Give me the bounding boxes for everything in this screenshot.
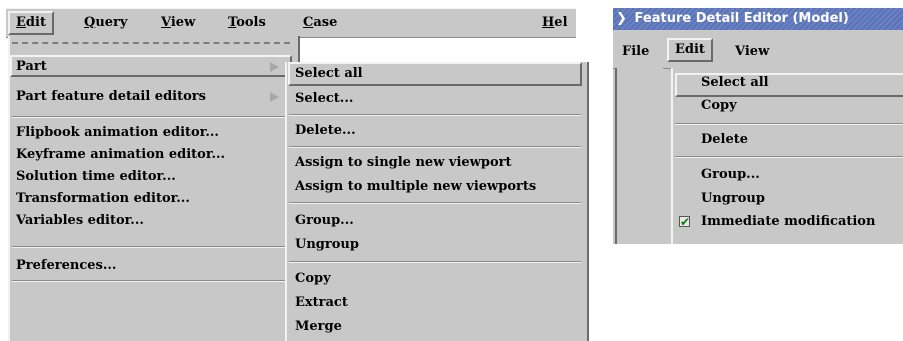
- main-menubar: Edit Query View Tools Case Hel: [6, 8, 576, 38]
- menu-label-rest: dit: [25, 15, 46, 30]
- part-label: Part: [16, 59, 47, 74]
- edit-menu-item-keyframe[interactable]: Keyframe animation editor...: [16, 144, 225, 166]
- menu-separator: [12, 280, 288, 282]
- menu-case[interactable]: Case: [297, 13, 343, 33]
- menu-query[interactable]: Query: [78, 13, 133, 33]
- main-window-menus: Edit Query View Tools Case Hel Part Part…: [0, 0, 589, 341]
- immediate-modification-label: Immediate modification: [701, 214, 876, 229]
- submenu-item-assign-single-viewport[interactable]: Assign to single new viewport: [295, 152, 511, 174]
- editor-item-select-all[interactable]: Select all: [701, 72, 769, 94]
- editor-edit-menu-items: Select all Copy Delete Group... Ungroup …: [671, 68, 903, 244]
- mnemonic-letter: C: [303, 15, 314, 30]
- checkbox-checked-icon[interactable]: ✔: [679, 216, 690, 228]
- menu-separator: [289, 202, 581, 204]
- submenu-item-merge[interactable]: Merge: [295, 316, 342, 338]
- editor-menubar: File Edit View: [613, 30, 903, 69]
- menu-separator: [289, 114, 581, 116]
- submenu-item-select-all[interactable]: Select all: [295, 63, 363, 85]
- submenu-item-delete[interactable]: Delete...: [295, 120, 356, 142]
- menu-edit[interactable]: Edit: [8, 11, 54, 35]
- edit-menu-item-solution-time[interactable]: Solution time editor...: [16, 166, 176, 188]
- feature-detail-editor-window: ❯ Feature Detail Editor (Model) File Edi…: [613, 8, 903, 244]
- edit-menu-items: Part Part feature detail editors Flipboo…: [8, 36, 296, 341]
- menu-separator: [12, 246, 288, 248]
- menu-separator: [675, 123, 903, 125]
- mnemonic-letter: H: [542, 15, 555, 30]
- menu-label-rest: ase: [313, 15, 338, 30]
- menu-separator: [675, 156, 903, 158]
- editor-item-copy[interactable]: Copy: [701, 95, 737, 117]
- mnemonic-letter: Q: [84, 15, 96, 30]
- submenu-item-select[interactable]: Select...: [295, 88, 353, 110]
- menu-separator: [12, 116, 288, 118]
- edit-menu-item-flipbook[interactable]: Flipbook animation editor...: [16, 122, 219, 144]
- menu-label-rest: ools: [236, 15, 266, 30]
- mnemonic-letter: T: [228, 15, 237, 30]
- editor-item-group[interactable]: Group...: [701, 164, 760, 186]
- window-titlebar[interactable]: ❯ Feature Detail Editor (Model): [613, 8, 903, 30]
- menu-label-rest: uery: [95, 15, 128, 30]
- editor-item-ungroup[interactable]: Ungroup: [701, 188, 765, 210]
- submenu-arrow-icon: [270, 62, 279, 72]
- part-submenu-items: Select all Select... Delete... Assign to…: [285, 62, 585, 341]
- menu-tools[interactable]: Tools: [222, 13, 272, 33]
- menu-view[interactable]: View: [155, 13, 201, 33]
- menu-label-rest: el: [554, 15, 568, 30]
- menu-help[interactable]: Hel: [536, 13, 574, 33]
- editor-item-immediate-modification[interactable]: ✔ Immediate modification: [671, 211, 903, 233]
- submenu-item-ungroup[interactable]: Ungroup: [295, 234, 359, 256]
- submenu-item-copy[interactable]: Copy: [295, 268, 331, 290]
- edit-menu-item-part-feature-detail-editors[interactable]: Part feature detail editors: [16, 86, 206, 108]
- submenu-item-group[interactable]: Group...: [295, 210, 354, 232]
- edit-menu-item-part[interactable]: Part: [16, 56, 47, 78]
- edit-menu-item-preferences[interactable]: Preferences...: [16, 255, 116, 277]
- mnemonic-letter: V: [161, 15, 171, 30]
- submenu-item-extract[interactable]: Extract: [295, 292, 348, 314]
- menu-separator: [289, 146, 581, 148]
- menu-separator: [289, 261, 581, 263]
- part-feature-detail-editors-label: Part feature detail editors: [16, 89, 206, 104]
- edit-menu-item-transformation[interactable]: Transformation editor...: [16, 188, 190, 210]
- editor-menu-view[interactable]: View: [729, 42, 775, 62]
- submenu-item-assign-multiple-viewports[interactable]: Assign to multiple new viewports: [295, 176, 536, 198]
- editor-list-pane: [615, 68, 663, 244]
- menu-label-rest: iew: [170, 15, 196, 30]
- editor-item-delete[interactable]: Delete: [701, 129, 748, 151]
- window-title: Feature Detail Editor (Model): [634, 11, 849, 26]
- mnemonic-letter: E: [16, 15, 26, 30]
- editor-menu-file[interactable]: File: [616, 42, 655, 62]
- edit-menu-item-variables[interactable]: Variables editor...: [16, 210, 144, 232]
- editor-menu-edit[interactable]: Edit: [667, 38, 713, 62]
- submenu-arrow-icon: [270, 92, 279, 102]
- window-menu-chevron-icon[interactable]: ❯: [613, 8, 630, 30]
